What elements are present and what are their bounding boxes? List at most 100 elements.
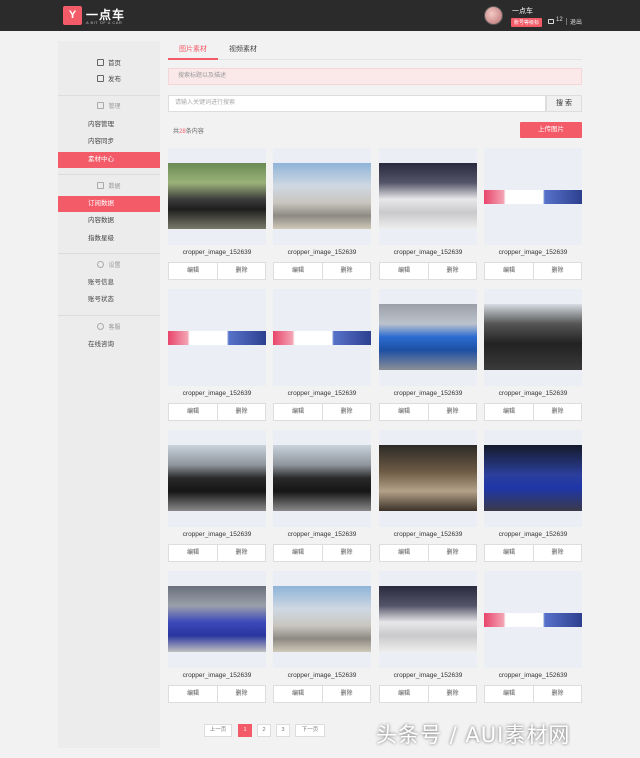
message-count[interactable]: 12: [556, 17, 563, 23]
edit-button[interactable]: 编辑: [169, 404, 217, 420]
edit-button[interactable]: 编辑: [274, 686, 322, 702]
image-card: cropper_image_152639 编辑 删除: [168, 289, 266, 422]
page-1-button[interactable]: 1: [238, 724, 252, 737]
delete-button[interactable]: 删除: [533, 545, 581, 561]
upload-image-button[interactable]: 上传图片: [520, 122, 582, 138]
sidebar-item-content-data[interactable]: 内容数据: [58, 213, 160, 229]
delete-button[interactable]: 删除: [428, 686, 476, 702]
sidebar-item-label: 发布: [108, 76, 121, 83]
edit-button[interactable]: 编辑: [169, 545, 217, 561]
sidebar-item-publish[interactable]: 发布: [58, 72, 160, 88]
delete-button[interactable]: 删除: [322, 263, 370, 279]
edit-button[interactable]: 编辑: [274, 545, 322, 561]
divider: [58, 315, 160, 316]
avatar[interactable]: [484, 6, 503, 25]
next-page-button[interactable]: 下一页: [295, 724, 325, 737]
thumbnail-image: [484, 190, 582, 204]
image-name: cropper_image_152639: [393, 249, 463, 256]
delete-button[interactable]: 删除: [533, 686, 581, 702]
page-3-button[interactable]: 3: [276, 724, 290, 737]
edit-button[interactable]: 编辑: [485, 545, 533, 561]
edit-button[interactable]: 编辑: [380, 404, 428, 420]
image-thumbnail[interactable]: [273, 289, 371, 386]
delete-button[interactable]: 删除: [217, 404, 265, 420]
image-name: cropper_image_152639: [393, 672, 463, 679]
thumbnail-image: [379, 586, 477, 652]
image-thumbnail[interactable]: [168, 430, 266, 527]
thumbnail-image: [273, 331, 371, 345]
edit-button[interactable]: 编辑: [380, 686, 428, 702]
sidebar-item-content-manage[interactable]: 内容管理: [58, 117, 160, 133]
sidebar-item-home[interactable]: 首页: [58, 56, 160, 72]
thumbnail-image: [484, 613, 582, 627]
tab-images[interactable]: 图片素材: [179, 44, 207, 54]
search-input[interactable]: 请输入关键词进行搜索: [168, 95, 546, 112]
thumbnail-image: [168, 586, 266, 652]
image-thumbnail[interactable]: [484, 148, 582, 245]
delete-button[interactable]: 删除: [428, 545, 476, 561]
prev-page-button[interactable]: 上一页: [204, 724, 232, 737]
thumbnail-image: [273, 586, 371, 652]
edit-button[interactable]: 编辑: [485, 404, 533, 420]
delete-button[interactable]: 删除: [217, 545, 265, 561]
image-name: cropper_image_152639: [393, 531, 463, 538]
thumbnail-image: [273, 445, 371, 511]
sidebar-item-account-status[interactable]: 账号状态: [58, 292, 160, 308]
card-actions: 编辑 删除: [484, 403, 582, 421]
divider: [58, 253, 160, 254]
delete-button[interactable]: 删除: [217, 686, 265, 702]
edit-button[interactable]: 编辑: [169, 263, 217, 279]
image-thumbnail[interactable]: [379, 148, 477, 245]
delete-button[interactable]: 删除: [533, 404, 581, 420]
edit-icon: [97, 75, 104, 82]
image-thumbnail[interactable]: [168, 148, 266, 245]
image-thumbnail[interactable]: [379, 289, 477, 386]
image-thumbnail[interactable]: [273, 571, 371, 668]
sidebar-item-material-center[interactable]: 素材中心: [58, 152, 160, 168]
edit-button[interactable]: 编辑: [380, 545, 428, 561]
image-thumbnail[interactable]: [168, 289, 266, 386]
image-card: cropper_image_152639 编辑 删除: [379, 571, 477, 704]
edit-button[interactable]: 编辑: [169, 686, 217, 702]
sidebar-section-manage: 管理: [58, 101, 160, 110]
image-thumbnail[interactable]: [484, 289, 582, 386]
thumbnail-image: [484, 445, 582, 511]
delete-button[interactable]: 删除: [533, 263, 581, 279]
tab-videos[interactable]: 视频素材: [229, 44, 257, 54]
page-2-button[interactable]: 2: [257, 724, 271, 737]
delete-button[interactable]: 删除: [322, 686, 370, 702]
user-name[interactable]: 一点车: [512, 6, 533, 16]
image-thumbnail[interactable]: [273, 430, 371, 527]
mail-icon[interactable]: [548, 19, 554, 24]
edit-button[interactable]: 编辑: [274, 404, 322, 420]
edit-button[interactable]: 编辑: [380, 263, 428, 279]
image-thumbnail[interactable]: [168, 571, 266, 668]
sidebar-item-subscription-data[interactable]: 订阅数据: [58, 196, 160, 212]
image-thumbnail[interactable]: [484, 571, 582, 668]
delete-button[interactable]: 删除: [322, 404, 370, 420]
delete-button[interactable]: 删除: [217, 263, 265, 279]
sidebar-item-content-sync[interactable]: 内容同步: [58, 134, 160, 150]
delete-button[interactable]: 删除: [428, 404, 476, 420]
image-thumbnail[interactable]: [273, 148, 371, 245]
edit-button[interactable]: 编辑: [485, 263, 533, 279]
edit-button[interactable]: 编辑: [274, 263, 322, 279]
logout-link[interactable]: 退出: [570, 17, 582, 26]
sidebar-item-index-rating[interactable]: 指数星级: [58, 231, 160, 247]
image-thumbnail[interactable]: [484, 430, 582, 527]
logo-icon[interactable]: Y: [63, 6, 82, 25]
sidebar-item-account-info[interactable]: 账号信息: [58, 275, 160, 291]
sidebar-item-online-consult[interactable]: 在线咨询: [58, 337, 160, 353]
image-thumbnail[interactable]: [379, 571, 477, 668]
delete-button[interactable]: 删除: [322, 545, 370, 561]
top-bar: Y 一点车 A BIT OF A CAR 一点车 账号等级标 12 退出: [0, 0, 640, 31]
card-actions: 编辑 删除: [379, 403, 477, 421]
image-thumbnail[interactable]: [379, 430, 477, 527]
edit-button[interactable]: 编辑: [485, 686, 533, 702]
delete-button[interactable]: 删除: [428, 263, 476, 279]
image-card: cropper_image_152639 编辑 删除: [484, 289, 582, 422]
home-icon: [97, 59, 104, 66]
image-card: cropper_image_152639 编辑 删除: [379, 289, 477, 422]
sidebar: 首页 发布 管理 内容管理 内容同步 素材中心 数据 订阅数据 内容数据 指数星…: [58, 41, 160, 748]
search-button[interactable]: 搜 索: [546, 95, 582, 112]
